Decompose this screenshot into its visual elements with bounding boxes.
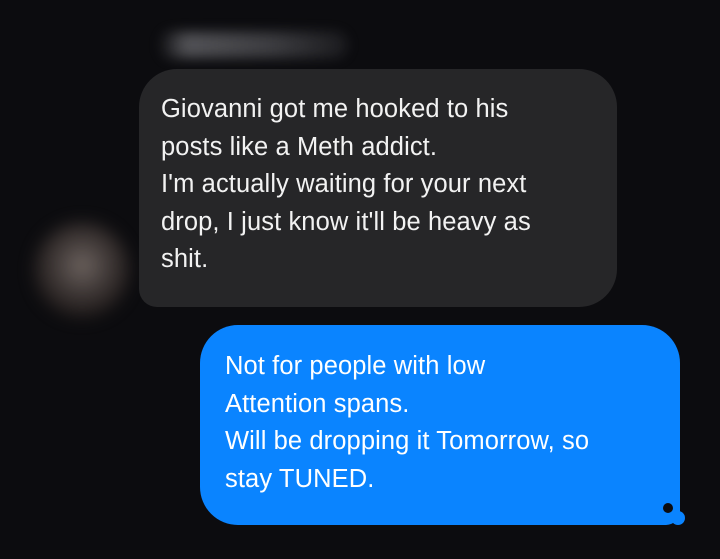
message-text-line: shit. xyxy=(161,245,209,273)
outgoing-bubble-tail xyxy=(663,503,685,525)
message-text-line: stay TUNED. xyxy=(225,464,375,493)
chat-screen: Giovanni got me hooked to his posts like… xyxy=(0,0,720,559)
sender-avatar[interactable] xyxy=(34,222,130,318)
outgoing-message-bubble[interactable]: Not for people with low Attention spans.… xyxy=(200,325,680,525)
incoming-message-bubble[interactable]: Giovanni got me hooked to his posts like… xyxy=(139,69,617,307)
message-text-line: drop, I just know it'll be heavy as xyxy=(161,207,531,236)
message-text-line: I'm actually waiting for your next xyxy=(161,170,527,198)
sender-name-blurred xyxy=(158,32,348,58)
message-text-line: Not for people with low xyxy=(225,352,486,380)
message-text-line: Will be dropping it Tomorrow, so xyxy=(225,427,590,455)
message-text-line: posts like a Meth addict. xyxy=(161,132,438,161)
message-text-line: Giovanni got me hooked to his xyxy=(161,95,509,123)
message-text-line: Attention spans. xyxy=(225,389,410,418)
